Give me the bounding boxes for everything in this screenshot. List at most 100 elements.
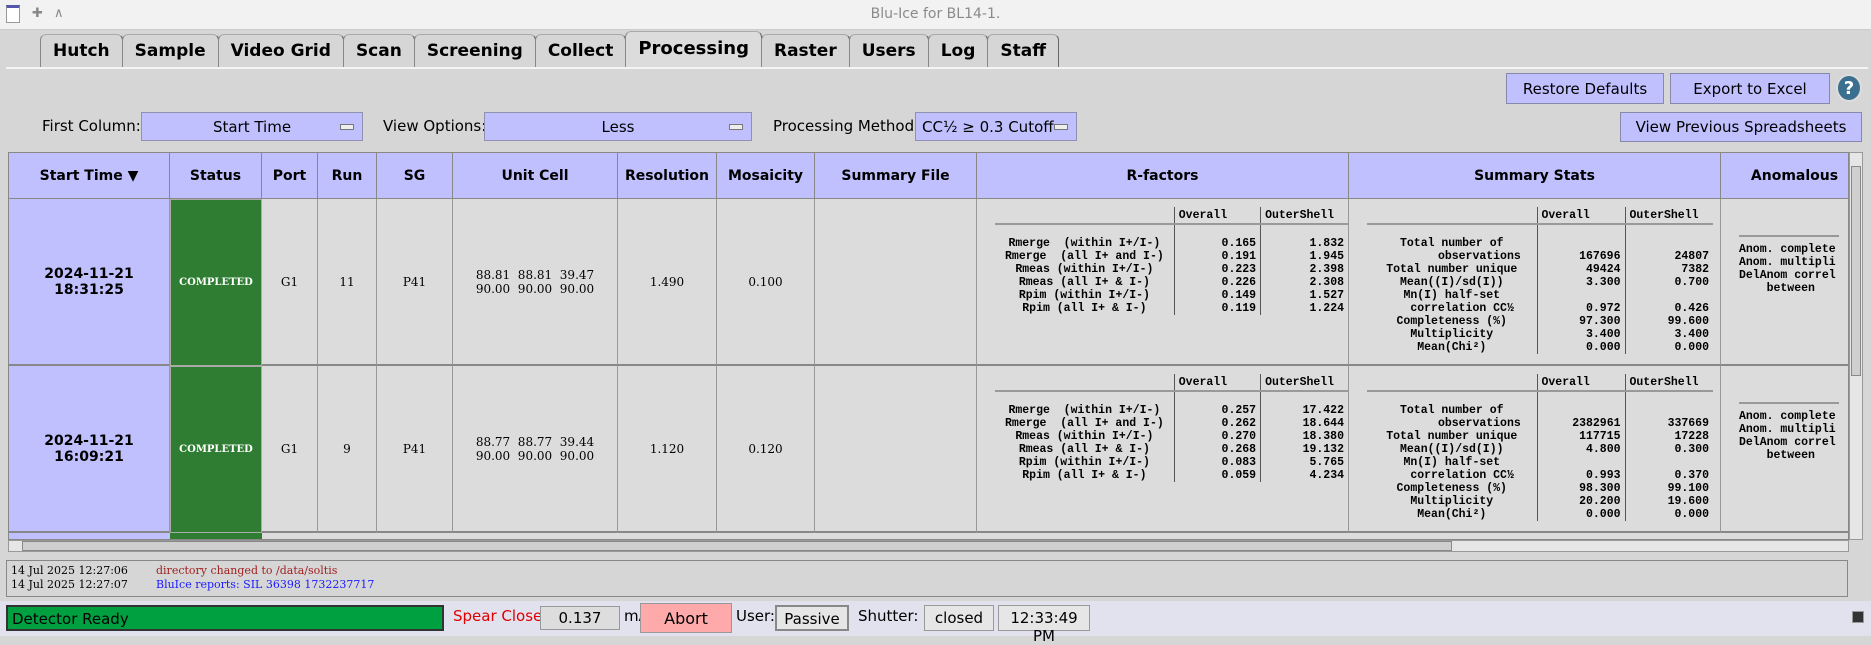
- date: 2024-11-21: [44, 432, 134, 449]
- tab-scan[interactable]: Scan: [342, 34, 415, 68]
- stats-overall: [1536, 289, 1625, 302]
- shutter-label: Shutter:: [858, 607, 919, 625]
- stats-label: Multiplicity: [1410, 328, 1494, 341]
- log-message: BluIce reports: SIL 36398 1732237717: [156, 578, 375, 591]
- r-factor-overall: 0.165: [1173, 237, 1261, 250]
- r-factor-outershell: 5.765: [1260, 456, 1348, 469]
- stats-outershell: 99.100: [1624, 482, 1713, 495]
- stats-row: Multiplicity 3.400 3.400: [1367, 328, 1713, 341]
- column-header-resolution[interactable]: Resolution: [618, 153, 717, 199]
- stats-outershell: [1624, 456, 1713, 469]
- spacer: [1624, 391, 1713, 404]
- stats-overall: 0.972: [1536, 302, 1625, 315]
- stats-overall: [1536, 404, 1625, 417]
- processing-method-value: CC½ ≥ 0.3 Cutoff: [922, 117, 1054, 136]
- start-time-cell: [9, 533, 170, 539]
- r-factor-label: Rmeas (within I+/I-): [1015, 263, 1154, 276]
- r-factor-overall: 0.223: [1173, 263, 1261, 276]
- column-header-mosaicity[interactable]: Mosaicity: [717, 153, 815, 199]
- tab-sample[interactable]: Sample: [121, 34, 219, 68]
- abort-button[interactable]: Abort: [640, 603, 732, 633]
- title-bar: ✚ ∧ Blu-Ice for BL14-1.: [0, 0, 1871, 30]
- stats-label: correlation CC½: [1389, 469, 1514, 482]
- stats-overall: 49424: [1536, 263, 1625, 276]
- stats-outershell: [1624, 237, 1713, 250]
- column-header-sg[interactable]: SG: [377, 153, 453, 199]
- stats-label: Mean(Chi²): [1417, 341, 1487, 354]
- first-column-select[interactable]: Start Time: [141, 112, 363, 141]
- mosaicity-cell: 0.100: [717, 199, 815, 366]
- spacer: [1173, 391, 1261, 404]
- column-header-run[interactable]: Run: [318, 153, 377, 199]
- restore-defaults-button[interactable]: Restore Defaults: [1506, 73, 1664, 104]
- r-factor-label: Rmerge (within I+/I-): [1008, 237, 1161, 250]
- stats-label: Completeness (%): [1396, 315, 1507, 328]
- r-factor-row: Rpim (within I+/I-) 0.083 5.765: [995, 456, 1348, 469]
- stats-outershell: [1624, 289, 1713, 302]
- r-factor-overall: 0.268: [1173, 443, 1261, 456]
- stats-label: Mn(I) half-set: [1403, 456, 1501, 469]
- divider: [6, 67, 1868, 69]
- port: G1: [280, 441, 299, 456]
- processing-method-label: Processing Method:: [773, 117, 920, 135]
- stats-outershell: 0.000: [1624, 508, 1713, 521]
- stats-overall: 3.400: [1536, 328, 1625, 341]
- resolution: 1.120: [649, 441, 685, 456]
- r-factor-overall: 0.083: [1173, 456, 1261, 469]
- r-factor-outershell: 1.945: [1260, 250, 1348, 263]
- date: 2024-11-21: [44, 265, 134, 282]
- view-options-value: Less: [601, 117, 635, 136]
- tab-raster[interactable]: Raster: [760, 34, 850, 68]
- processing-method-select[interactable]: CC½ ≥ 0.3 Cutoff: [915, 112, 1077, 141]
- tab-hutch[interactable]: Hutch: [40, 34, 123, 68]
- r-factor-label: Rpim (all I+ & I-): [1022, 469, 1147, 482]
- stats-outershell: [1624, 404, 1713, 417]
- stats-row: correlation CC½ 0.993 0.370: [1367, 469, 1713, 482]
- tab-screening[interactable]: Screening: [413, 34, 536, 68]
- horizontal-scroll-thumb[interactable]: [22, 541, 1452, 551]
- column-header-anomalous[interactable]: Anomalous: [1721, 153, 1848, 199]
- column-header-unit-cell[interactable]: Unit Cell: [453, 153, 618, 199]
- column-header-r-factors[interactable]: R-factors: [977, 153, 1349, 199]
- r-factor-label: Rmerge (within I+/I-): [1008, 404, 1161, 417]
- processing-table: Start Time ▼ Status Port Run SG Unit Cell Reso…: [8, 152, 1849, 540]
- export-excel-button[interactable]: Export to Excel: [1670, 73, 1830, 104]
- r-factor-row: Rmerge (all I+ and I-) 0.191 1.945: [995, 250, 1348, 263]
- stats-label: Total number of: [1399, 404, 1504, 417]
- column-header-status[interactable]: Status: [170, 153, 262, 199]
- tab-video-grid[interactable]: Video Grid: [217, 34, 344, 68]
- tab-users[interactable]: Users: [848, 34, 929, 68]
- stats-row: Completeness (%) 98.300 99.100: [1367, 482, 1713, 495]
- r-factor-outershell: 19.132: [1260, 443, 1348, 456]
- view-options-select[interactable]: Less: [484, 112, 752, 141]
- port-cell: G1: [262, 366, 318, 533]
- column-header-port[interactable]: Port: [262, 153, 318, 199]
- r-factor-overall: 0.262: [1173, 417, 1261, 430]
- r-factor-row: Rmerge (within I+/I-) 0.165 1.832: [995, 237, 1348, 250]
- log-entry: 14 Jul 2025 12:27:07 BluIce reports: SIL …: [11, 578, 1843, 592]
- r-factor-overall: 0.119: [1173, 302, 1261, 315]
- stats-header: OuterShell: [1624, 207, 1713, 225]
- stats-row: Total number of: [1367, 404, 1713, 417]
- header-spacer: [995, 207, 1175, 225]
- column-header-start-time[interactable]: Start Time ▼: [9, 153, 170, 199]
- vertical-scroll-thumb[interactable]: [1851, 166, 1861, 376]
- tab-staff[interactable]: Staff: [987, 34, 1059, 68]
- first-column-value: Start Time: [212, 117, 292, 136]
- tab-collect[interactable]: Collect: [534, 34, 627, 68]
- view-previous-spreadsheets-button[interactable]: View Previous Spreadsheets: [1620, 112, 1862, 142]
- tab-processing[interactable]: Processing: [625, 31, 762, 68]
- r-factor-label: Rmeas (within I+/I-): [1015, 430, 1154, 443]
- stats-row: observations 167696 24807: [1367, 250, 1713, 263]
- column-header-summary-stats[interactable]: Summary Stats: [1349, 153, 1721, 199]
- stats-label: observations: [1382, 417, 1521, 430]
- r-factor-row: Rpim (all I+ & I-) 0.059 4.234: [995, 469, 1348, 482]
- settings-icon[interactable]: [1852, 611, 1864, 623]
- stats-overall: 97.300: [1536, 315, 1625, 328]
- log-time: 14 Jul 2025 12:27:06: [11, 564, 128, 577]
- help-icon[interactable]: ?: [1836, 74, 1862, 102]
- tab-log[interactable]: Log: [927, 34, 989, 68]
- stats-label: Multiplicity: [1410, 495, 1494, 508]
- stats-label: Mn(I) half-set: [1403, 289, 1501, 302]
- column-header-summary-file[interactable]: Summary File: [815, 153, 977, 199]
